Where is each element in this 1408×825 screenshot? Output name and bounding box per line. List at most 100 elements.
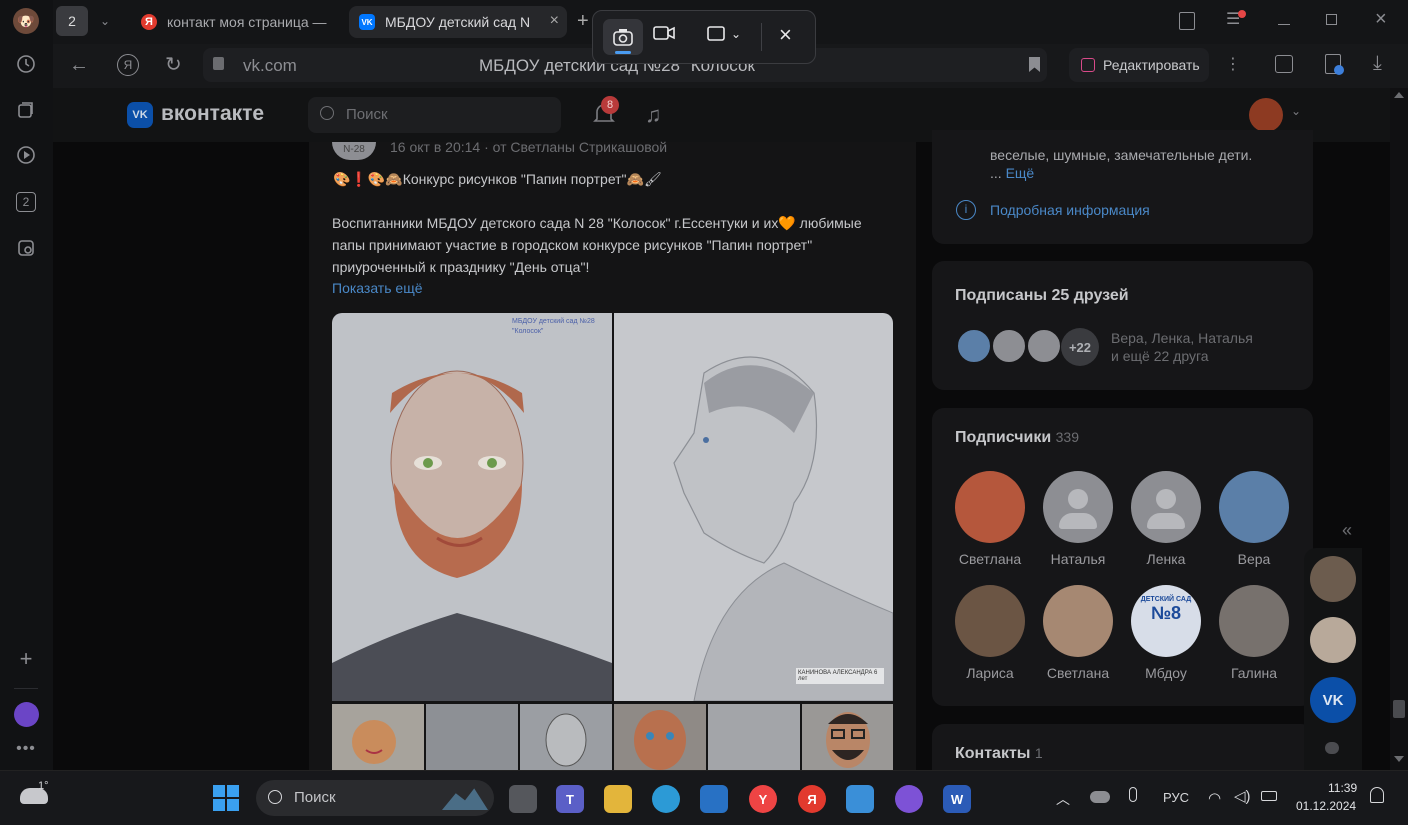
subscriber-name[interactable]: Ленка bbox=[1121, 551, 1211, 567]
add-panel-icon[interactable]: + bbox=[13, 646, 39, 672]
collapse-chats-icon[interactable]: « bbox=[1342, 520, 1352, 541]
post-image-drawing-2[interactable]: КАНИНОВА АЛЕКСАНДРА 6 лет bbox=[614, 313, 893, 701]
user-menu-chevron-icon[interactable]: ⌄ bbox=[1291, 104, 1301, 118]
alice-icon[interactable] bbox=[14, 702, 39, 727]
new-tab-icon[interactable]: + bbox=[577, 10, 589, 33]
yandex-icon[interactable]: Я bbox=[798, 785, 826, 813]
chat-bubble-icon[interactable] bbox=[1325, 742, 1339, 754]
more-vertical-icon[interactable]: ⋮ bbox=[1225, 54, 1241, 74]
yandex-home-icon[interactable]: Я bbox=[117, 54, 139, 76]
clock-date[interactable]: 01.12.2024 bbox=[1296, 799, 1356, 813]
store-icon[interactable] bbox=[700, 785, 728, 813]
tab-close-icon[interactable]: × bbox=[550, 12, 559, 30]
vk-logo-text[interactable]: вконтакте bbox=[161, 102, 264, 126]
about-more-link[interactable]: Ещё bbox=[1006, 165, 1035, 181]
subscriber-avatar[interactable] bbox=[1219, 585, 1289, 657]
taskbar-search[interactable]: Поиск bbox=[256, 780, 494, 816]
show-more-link[interactable]: Показать ещё bbox=[332, 280, 423, 296]
music-icon[interactable]: ♫ bbox=[645, 102, 662, 128]
profile-avatar[interactable]: 🐶 bbox=[13, 8, 39, 34]
cloud-icon[interactable] bbox=[1090, 791, 1110, 803]
notifications-icon[interactable]: 8 bbox=[593, 96, 619, 124]
friend-avatar[interactable] bbox=[1026, 328, 1062, 364]
scroll-up-icon[interactable] bbox=[1394, 92, 1404, 98]
subscriber-avatar[interactable] bbox=[955, 471, 1025, 543]
contacts-title-row[interactable]: Контакты 1 bbox=[955, 745, 1043, 763]
vk-logo-icon[interactable]: VK bbox=[127, 102, 153, 128]
subscriber-name[interactable]: Светлана bbox=[1033, 665, 1123, 681]
user-avatar[interactable] bbox=[1249, 98, 1283, 132]
post-thumbnail[interactable] bbox=[426, 704, 518, 770]
video-play-icon[interactable] bbox=[13, 142, 39, 168]
post-thumbnail[interactable] bbox=[708, 704, 800, 770]
history-icon[interactable] bbox=[13, 51, 39, 77]
post-thumbnail[interactable] bbox=[614, 704, 706, 770]
wifi-icon[interactable]: ◠ bbox=[1208, 789, 1221, 807]
minimize-icon[interactable] bbox=[1278, 24, 1290, 25]
tab-manager-icon[interactable] bbox=[1179, 12, 1195, 30]
microphone-icon[interactable] bbox=[1129, 787, 1137, 802]
tab-contact[interactable]: Я контакт моя страница — bbox=[131, 6, 341, 38]
vk-search-input[interactable]: Поиск bbox=[308, 97, 561, 133]
mail-icon[interactable] bbox=[846, 785, 874, 813]
window-close-icon[interactable]: × bbox=[1375, 8, 1387, 31]
subscriber-avatar[interactable] bbox=[955, 585, 1025, 657]
more-friends-badge[interactable]: +22 bbox=[1061, 328, 1099, 366]
subscriber-name[interactable]: Мбдоу bbox=[1121, 665, 1211, 681]
collections-icon[interactable] bbox=[13, 97, 39, 123]
friend-avatar[interactable] bbox=[956, 328, 992, 364]
friend-avatar[interactable] bbox=[991, 328, 1027, 364]
camera-icon[interactable] bbox=[603, 19, 643, 55]
tab-count-icon[interactable]: 2 bbox=[13, 189, 39, 215]
friends-title[interactable]: Подписаны 25 друзей bbox=[955, 287, 1129, 305]
video-icon[interactable] bbox=[653, 25, 675, 46]
screenshot-icon[interactable] bbox=[13, 235, 39, 261]
battery-icon[interactable] bbox=[1261, 791, 1277, 801]
subscriber-name[interactable]: Лариса bbox=[945, 665, 1035, 681]
vk-chat-icon[interactable]: VK bbox=[1310, 677, 1356, 723]
translate-icon[interactable] bbox=[1275, 55, 1293, 73]
subscriber-avatar[interactable] bbox=[1043, 585, 1113, 657]
post-thumbnail[interactable] bbox=[332, 704, 424, 770]
menu-icon[interactable]: ☰ bbox=[1226, 10, 1246, 28]
close-icon[interactable]: × bbox=[779, 22, 792, 48]
post-image-drawing-1[interactable]: МБДОУ детский сад №28 "Колосок" bbox=[332, 313, 612, 701]
word-icon[interactable]: W bbox=[943, 785, 971, 813]
post-thumbnail[interactable] bbox=[802, 704, 893, 770]
page-scrollbar[interactable] bbox=[1390, 88, 1408, 770]
tab-counter-button[interactable]: 2 bbox=[56, 6, 88, 36]
chat-avatar[interactable] bbox=[1310, 556, 1356, 602]
scroll-down-icon[interactable] bbox=[1394, 756, 1404, 762]
restore-icon[interactable] bbox=[1326, 14, 1337, 25]
back-icon[interactable]: ← bbox=[69, 54, 89, 77]
subscriber-avatar[interactable] bbox=[1131, 471, 1201, 543]
bookmark-icon[interactable] bbox=[1029, 57, 1040, 72]
yandex-browser-icon[interactable]: Y bbox=[749, 785, 777, 813]
post-thumbnail[interactable] bbox=[520, 704, 612, 770]
tabs-dropdown-icon[interactable]: ⌄ bbox=[93, 8, 117, 34]
more-icon[interactable]: ••• bbox=[13, 736, 39, 762]
extension-icon[interactable] bbox=[1325, 54, 1344, 75]
tray-expand-icon[interactable]: ︿ bbox=[1056, 789, 1070, 809]
download-icon[interactable]: ⤓ bbox=[1373, 52, 1382, 75]
reload-icon[interactable]: ↻ bbox=[165, 52, 182, 77]
teams-icon[interactable]: T bbox=[556, 785, 584, 813]
region-select-icon[interactable]: ⌄ bbox=[707, 26, 741, 42]
subscriber-name[interactable]: Вера bbox=[1209, 551, 1299, 567]
subscribers-title-row[interactable]: Подписчики 339 bbox=[955, 429, 1079, 447]
chat-avatar[interactable] bbox=[1310, 617, 1356, 663]
subscriber-avatar[interactable] bbox=[1219, 471, 1289, 543]
clock-time[interactable]: 11:39 bbox=[1328, 781, 1357, 795]
details-link[interactable]: Подробная информация bbox=[990, 202, 1150, 218]
subscriber-name[interactable]: Галина bbox=[1209, 665, 1299, 681]
subscriber-name[interactable]: Наталья bbox=[1033, 551, 1123, 567]
scroll-thumb[interactable] bbox=[1393, 700, 1405, 718]
tab-vk-active[interactable]: VK МБДОУ детский сад N × bbox=[349, 6, 567, 38]
subscriber-avatar[interactable] bbox=[1043, 471, 1113, 543]
language-indicator[interactable]: РУС bbox=[1163, 790, 1189, 805]
start-icon[interactable] bbox=[213, 785, 239, 811]
subscriber-name[interactable]: Светлана bbox=[945, 551, 1035, 567]
notification-bell-icon[interactable] bbox=[1370, 787, 1384, 803]
edge-icon[interactable] bbox=[652, 785, 680, 813]
edit-button[interactable]: Редактировать bbox=[1069, 48, 1209, 82]
